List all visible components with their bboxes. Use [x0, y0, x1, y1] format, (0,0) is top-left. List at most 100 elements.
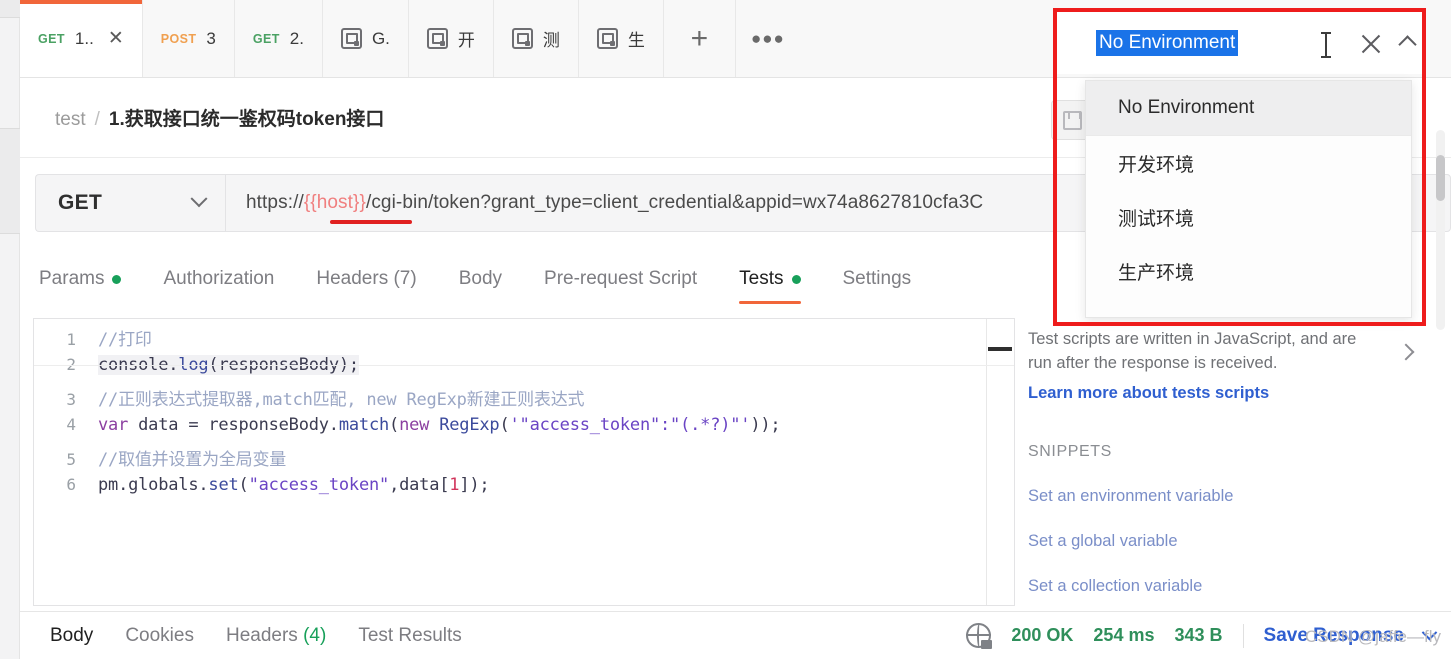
save-response-button[interactable]: Save Response: [1264, 625, 1404, 647]
rail-segment-middle: [0, 128, 20, 234]
text-cursor-icon: [1321, 32, 1331, 58]
response-tab-label: Headers: [225, 624, 298, 646]
close-tab-icon[interactable]: ✕: [108, 29, 124, 48]
section-tab-label: Tests: [739, 268, 784, 289]
breadcrumb-collection[interactable]: test: [55, 109, 86, 131]
has-content-dot-icon: [112, 274, 122, 284]
code-token: ));: [750, 415, 781, 435]
tab-method-label: POST: [160, 31, 197, 46]
code-token: var: [98, 415, 129, 435]
code-line: 2console.log(responseBody);: [34, 355, 1014, 385]
environment-selector[interactable]: No Environment: [1057, 12, 1422, 74]
code-token: //正则表达式提取器,match匹配, new RegExp新建正则表达式: [98, 390, 585, 410]
section-tab-label: Pre-request Script: [544, 268, 698, 289]
response-tab-label: Body: [50, 624, 94, 646]
request-tab-3[interactable]: G.: [323, 0, 409, 77]
learn-more-link[interactable]: Learn more about tests scripts: [1028, 384, 1428, 403]
panel-scrollbar-thumb[interactable]: [1436, 155, 1445, 201]
code-token: new: [399, 415, 430, 435]
code-token: match: [338, 415, 390, 435]
section-tab-pre-request-script[interactable]: Pre-request Script: [523, 248, 718, 310]
section-tab-settings[interactable]: Settings: [822, 248, 933, 310]
chevron-up-icon[interactable]: [1398, 35, 1417, 54]
code-line: 5 //取值并设置为全局变量: [34, 445, 1014, 475]
request-tab-2[interactable]: GET 2.: [235, 0, 323, 77]
code-token: data = responseBody.: [128, 415, 339, 435]
tab-options-button[interactable]: ●●●: [736, 0, 800, 77]
code-text: //打印: [98, 325, 152, 350]
url-suffix: /cgi-bin/token?grant_type=client_credent…: [365, 192, 984, 213]
environment-dropdown-menu: No Environment 开发环境 测试环境 生产环境: [1085, 80, 1412, 318]
tab-title: 生: [627, 31, 645, 50]
rail-segment-top: [0, 0, 20, 18]
line-number: 4: [66, 415, 76, 434]
section-tab-tests[interactable]: Tests: [718, 248, 821, 310]
request-tab-0[interactable]: GET 1.. ✕: [20, 0, 143, 77]
environment-option-2[interactable]: 测试环境: [1086, 190, 1411, 244]
code-line: 6 pm.globals.set("access_token",data[1]);: [34, 475, 1014, 505]
editor-fold-divider: [34, 365, 1014, 366]
tab-title: 测: [542, 31, 560, 50]
section-tab-authorization[interactable]: Authorization: [142, 248, 295, 310]
more-dots-icon: ●●●: [750, 28, 785, 48]
snippet-item[interactable]: Set a collection variable: [1028, 577, 1428, 596]
section-tab-params[interactable]: Params: [20, 248, 142, 310]
snippet-item[interactable]: Set a global variable: [1028, 532, 1428, 551]
breadcrumb-request-name[interactable]: 1.获取接口统一鉴权码token接口: [109, 104, 385, 131]
response-tab-count: (4): [303, 624, 327, 646]
lock-badge-icon: [981, 640, 993, 649]
code-token: .globals.: [118, 475, 209, 495]
tests-script-editor[interactable]: 1 //打印 2console.log(responseBody); 3 //正则表达式…: [33, 318, 1015, 606]
clear-environment-icon[interactable]: [1359, 32, 1383, 56]
response-tab-headers[interactable]: Headers (4): [210, 625, 342, 647]
section-tab-body[interactable]: Body: [438, 248, 523, 310]
code-token: //取值并设置为全局变量: [98, 450, 287, 470]
code-token: //打印: [98, 330, 152, 350]
code-token: pm: [98, 475, 119, 495]
url-variable-underline-annotation: [330, 220, 412, 224]
snippet-item[interactable]: Set an environment variable: [1028, 487, 1428, 506]
response-tab-cookies[interactable]: Cookies: [109, 625, 210, 647]
code-token: ,data[: [389, 475, 450, 495]
snippets-list: Set an environment variable Set a global …: [1028, 487, 1428, 596]
url-prefix: https://: [246, 192, 304, 213]
request-tab-4[interactable]: 开: [409, 0, 494, 77]
code-token: (: [389, 415, 400, 435]
tab-title: 1..: [74, 28, 94, 48]
section-tab-headers-7[interactable]: Headers (7): [295, 248, 437, 310]
environment-option-3[interactable]: 生产环境: [1086, 244, 1411, 298]
save-response-chevron-icon[interactable]: [1421, 624, 1438, 641]
http-method-select[interactable]: GET: [35, 174, 225, 232]
response-tab-test-results[interactable]: Test Results: [342, 625, 477, 647]
tab-method-label: GET: [38, 31, 65, 46]
environment-option-1[interactable]: 开发环境: [1086, 136, 1411, 190]
code-text: var data = responseBody.match(new RegExp…: [98, 415, 781, 435]
code-token: (: [238, 475, 249, 495]
collapse-panel-chevron-icon[interactable]: [1397, 343, 1415, 361]
request-tab-1[interactable]: POST 3: [143, 0, 235, 77]
code-text: //正则表达式提取器,match匹配, new RegExp新建正则表达式: [98, 385, 584, 410]
editor-scroll-indicator[interactable]: [988, 347, 1012, 351]
line-number: 5: [66, 450, 76, 469]
new-tab-button[interactable]: +: [664, 0, 736, 77]
code-token: set: [208, 475, 239, 495]
status-size: 343 B: [1174, 625, 1223, 645]
code-token: 1: [449, 475, 460, 495]
line-number: 3: [66, 390, 76, 409]
tab-title: 2.: [289, 28, 304, 48]
request-section-tabs: Params Authorization Headers (7) Body Pre-re…: [20, 248, 1020, 310]
environment-option-0[interactable]: No Environment: [1086, 81, 1411, 135]
url-text: https://{{host}}/cgi-bin/token?grant_typ…: [246, 192, 983, 214]
url-variable: {{host}}: [303, 192, 366, 213]
response-tab-body[interactable]: Body: [34, 625, 109, 647]
section-tab-label: Body: [458, 268, 503, 289]
request-tab-6[interactable]: 生: [579, 0, 664, 77]
http-method-value: GET: [58, 191, 103, 214]
tests-description: Test scripts are written in JavaScript, …: [1028, 330, 1357, 372]
environment-selected-value[interactable]: No Environment: [1096, 30, 1239, 56]
editor-right-gutter: [986, 319, 1014, 605]
request-tab-5[interactable]: 测: [494, 0, 579, 77]
left-sidebar-rail: [0, 0, 20, 659]
collection-icon: [340, 28, 362, 49]
